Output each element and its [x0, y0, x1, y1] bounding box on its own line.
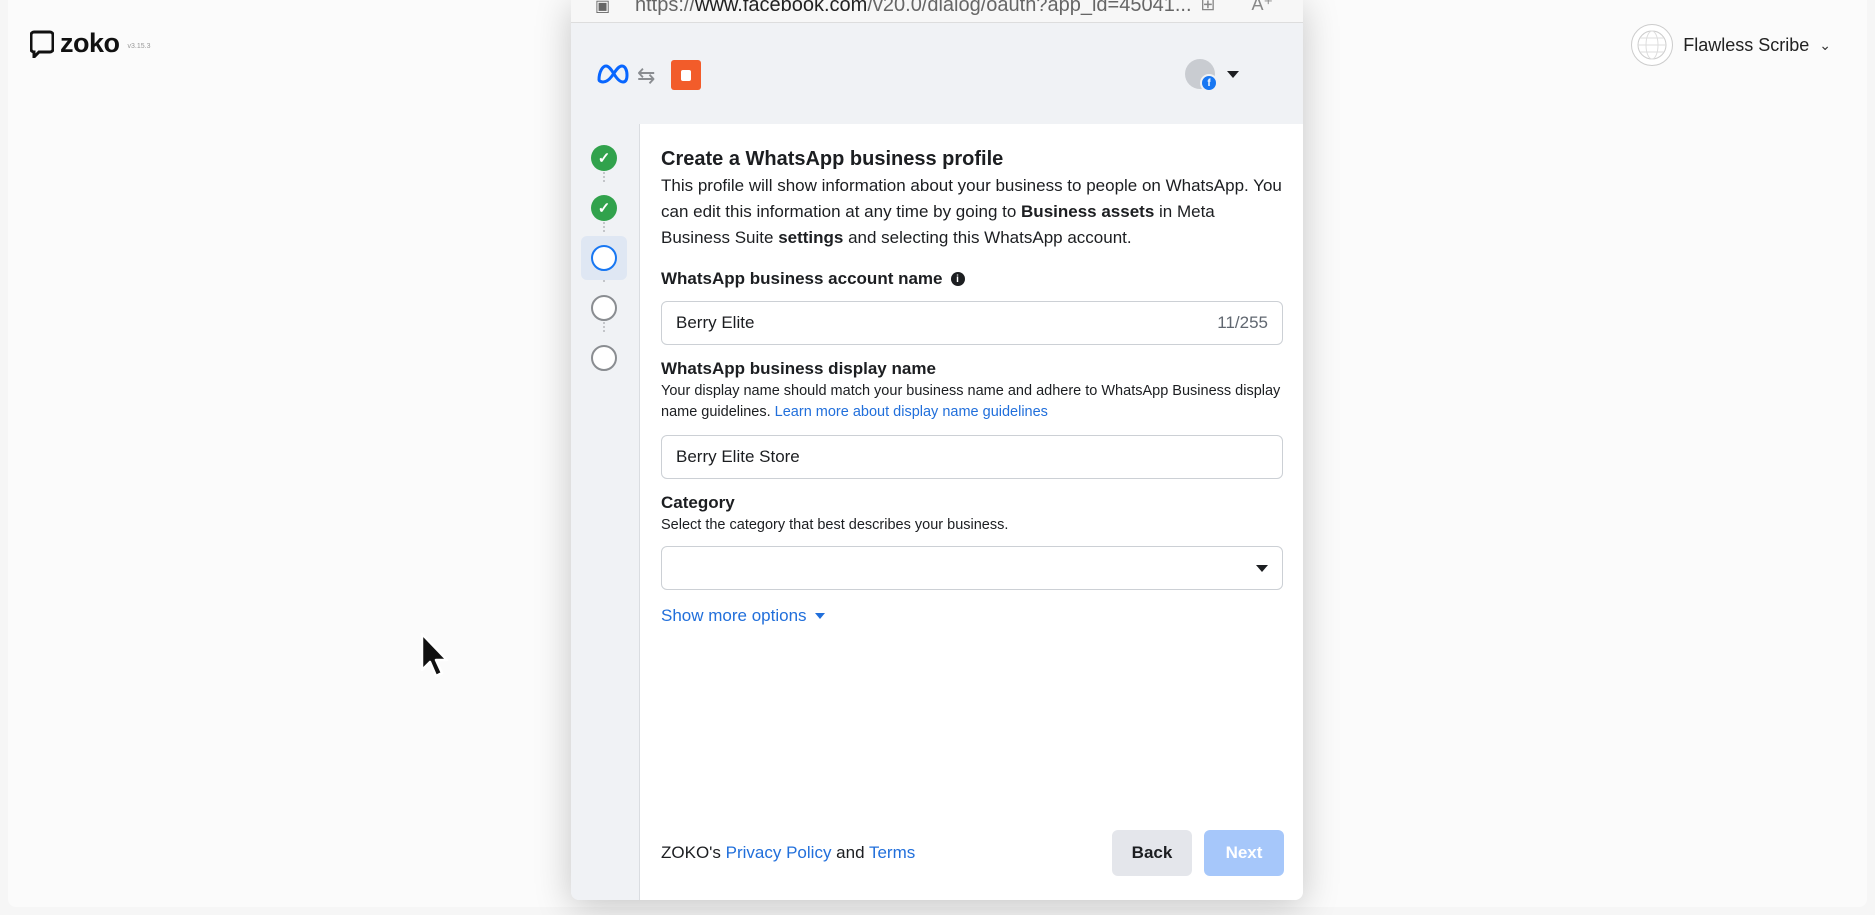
- account-avatar: f: [1185, 59, 1218, 92]
- active-step-circle: [591, 245, 617, 271]
- display-name-input[interactable]: Berry Elite Store: [661, 435, 1283, 479]
- info-icon[interactable]: i: [950, 272, 965, 286]
- zoko-logo[interactable]: zoko v3.15.3: [30, 28, 150, 59]
- dialog-header: ⇆ f: [571, 23, 1303, 123]
- dialog-footer: ZOKO's Privacy Policy and Terms Back Nex…: [661, 830, 1284, 876]
- category-help: Select the category that best describes …: [661, 517, 1009, 533]
- apps-icon[interactable]: ⊞: [1200, 0, 1215, 15]
- globe-icon: [1637, 30, 1667, 60]
- display-name-guidelines-link[interactable]: Learn more about display name guidelines: [775, 404, 1048, 420]
- back-button[interactable]: Back: [1112, 830, 1192, 876]
- check-icon: ✓: [591, 145, 617, 171]
- privacy-policy-link[interactable]: Privacy Policy: [726, 843, 832, 862]
- url-text: https://www.facebook.com/v20.0/dialog/oa…: [635, 0, 1192, 16]
- mouse-cursor-icon: [420, 632, 449, 678]
- step-1-completed: ✓: [581, 136, 627, 180]
- profile-form-card: Create a WhatsApp business profile This …: [639, 124, 1303, 900]
- read-aloud-icon[interactable]: A⁺: [1251, 0, 1273, 15]
- next-button[interactable]: Next: [1204, 830, 1284, 876]
- meta-logo-icon: [597, 64, 629, 84]
- pending-step-circle: [591, 345, 617, 371]
- chevron-down-icon: ⌄: [1819, 36, 1831, 53]
- step-4-todo: [581, 286, 627, 330]
- character-counter: 11/255: [1217, 313, 1268, 332]
- category-label: Category: [661, 493, 735, 512]
- step-3-active: [581, 236, 627, 280]
- display-name-help: Your display name should match your busi…: [661, 383, 1281, 420]
- category-select[interactable]: [661, 546, 1283, 590]
- check-icon: ✓: [591, 195, 617, 221]
- description: This profile will show information about…: [661, 176, 1282, 247]
- pending-step-circle: [591, 295, 617, 321]
- zoko-chat-icon: [30, 30, 54, 58]
- url-bar-actions: ⊞ A⁺: [1200, 0, 1273, 15]
- display-name-value: Berry Elite Store: [676, 447, 800, 466]
- show-more-options-link[interactable]: Show more options: [661, 606, 1283, 626]
- browser-url-bar[interactable]: ▣ https://www.facebook.com/v20.0/dialog/…: [571, 0, 1303, 23]
- display-name-label: WhatsApp business display name: [661, 359, 936, 378]
- caret-down-icon: [814, 613, 825, 619]
- user-menu[interactable]: Flawless Scribe ⌄: [1631, 24, 1831, 66]
- progress-steps: ✓ ✓: [571, 124, 639, 900]
- step-2-completed: ✓: [581, 186, 627, 230]
- user-name: Flawless Scribe: [1683, 34, 1810, 55]
- app-version: v3.15.3: [127, 43, 151, 50]
- caret-down-icon: [1227, 70, 1239, 78]
- facebook-oauth-popup: ▣ https://www.facebook.com/v20.0/dialog/…: [571, 0, 1303, 900]
- account-switcher[interactable]: f: [1185, 59, 1239, 92]
- page-title: Create a WhatsApp business profile: [661, 148, 1004, 170]
- step-5-todo: [581, 336, 627, 380]
- facebook-badge-icon: f: [1200, 74, 1218, 92]
- logo-text: zoko: [60, 28, 120, 58]
- account-name-label: WhatsApp business account name i: [661, 269, 1283, 289]
- terms-link[interactable]: Terms: [869, 843, 915, 862]
- user-avatar: [1631, 24, 1674, 66]
- zoko-app-icon: [671, 60, 701, 90]
- swap-arrows-icon: ⇆: [637, 63, 656, 88]
- caret-down-icon: [1256, 564, 1268, 572]
- page-info-icon[interactable]: ▣: [595, 0, 610, 16]
- footer-legal-text: ZOKO's Privacy Policy and Terms: [661, 843, 916, 862]
- account-name-value: Berry Elite: [676, 313, 755, 332]
- account-name-input[interactable]: Berry Elite 11/255: [661, 301, 1283, 345]
